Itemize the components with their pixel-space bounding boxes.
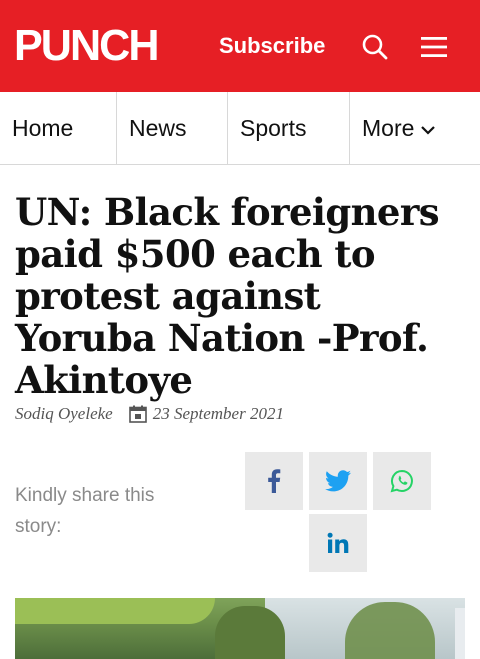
main-navigation: Home News Sports More: [0, 92, 480, 165]
hero-canopy: [15, 598, 215, 624]
article-hero-image: [15, 598, 465, 659]
nav-item-label: Home: [12, 114, 74, 141]
hero-signpost: [455, 608, 465, 659]
site-header: PUNCH Subscribe: [0, 0, 480, 92]
article-title: UN: Black foreigners paid $500 each to p…: [15, 190, 440, 402]
nav-item-more[interactable]: More: [350, 92, 480, 164]
nav-item-news[interactable]: News: [117, 92, 228, 164]
subscribe-button[interactable]: Subscribe: [219, 33, 325, 59]
chevron-down-icon: [421, 126, 436, 135]
nav-item-label: News: [129, 114, 187, 141]
calendar-icon: [128, 405, 147, 423]
author-link[interactable]: Sodiq Oyeleke: [15, 404, 113, 424]
facebook-icon: [268, 469, 281, 493]
hero-tree: [215, 606, 285, 659]
whatsapp-icon: [390, 469, 413, 493]
twitter-share-button[interactable]: [309, 452, 367, 510]
share-label: Kindly share this story:: [15, 485, 155, 537]
nav-item-sports[interactable]: Sports: [228, 92, 350, 164]
linkedin-share-button[interactable]: [309, 514, 367, 572]
whatsapp-share-button[interactable]: [373, 452, 431, 510]
facebook-share-button[interactable]: [245, 452, 303, 510]
publish-date: 23 September 2021: [152, 404, 284, 423]
twitter-icon: [325, 470, 351, 492]
linkedin-icon: [327, 532, 349, 553]
nav-item-home[interactable]: Home: [0, 92, 117, 164]
article-meta: Sodiq Oyeleke 23 September 2021: [15, 402, 284, 426]
nav-item-label: Sports: [240, 114, 307, 141]
hamburger-menu-icon[interactable]: [421, 36, 447, 58]
punch-logo[interactable]: PUNCH: [14, 24, 159, 68]
search-icon[interactable]: [361, 33, 389, 61]
nav-item-label: More: [362, 114, 415, 141]
